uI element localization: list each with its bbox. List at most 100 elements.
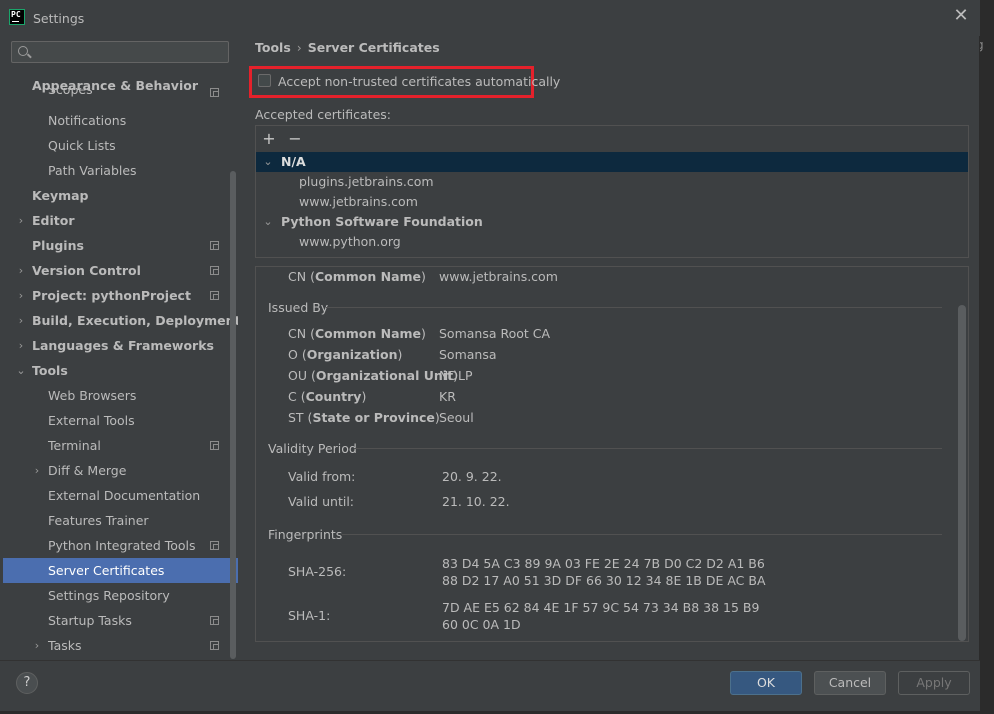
sidebar-item-terminal[interactable]: Terminal <box>3 433 238 458</box>
issuer-field-label: OU (Organizational Unit) <box>288 368 458 383</box>
certificate-details-panel: CN (Common Name) www.jetbrains.com Issue… <box>255 266 969 642</box>
issuer-field-value: Seoul <box>439 410 474 425</box>
subject-cn-value: www.jetbrains.com <box>439 269 558 284</box>
sidebar-item-version-control[interactable]: › Version Control <box>3 258 238 283</box>
ok-button[interactable]: OK <box>730 671 802 695</box>
sidebar-item-diff-merge[interactable]: › Diff & Merge <box>3 458 238 483</box>
sidebar-item-quick-lists[interactable]: Quick Lists <box>3 133 238 158</box>
sidebar-item-external-documentation[interactable]: External Documentation <box>3 483 238 508</box>
chevron-down-icon[interactable]: ⌄ <box>262 152 274 172</box>
settings-dialog: PC Settings ✕ Appearance & Behavior Scop… <box>0 0 980 711</box>
cert-group-row[interactable]: ⌄ Python Software Foundation <box>256 212 968 232</box>
issuer-field-label: ST (State or Province) <box>288 410 440 425</box>
project-scope-icon <box>210 241 219 250</box>
cert-entry-row[interactable]: plugins.jetbrains.com <box>256 172 968 192</box>
chevron-right-icon[interactable]: › <box>31 458 43 483</box>
breadcrumb: Tools › Server Certificates <box>255 40 440 55</box>
validity-period-title: Validity Period <box>268 441 357 456</box>
accepted-certificates-label: Accepted certificates: <box>255 107 391 122</box>
cert-group-row[interactable]: ⌄ N/A <box>256 152 968 172</box>
sidebar-item-features-trainer[interactable]: Features Trainer <box>3 508 238 533</box>
sidebar-scrollbar[interactable] <box>230 171 236 659</box>
settings-sidebar: Appearance & Behavior Scopes Notificatio… <box>3 36 238 660</box>
accept-untrusted-label[interactable]: Accept non-trusted certificates automati… <box>278 74 560 89</box>
details-scrollbar[interactable] <box>958 305 966 641</box>
project-scope-icon <box>210 88 219 97</box>
sidebar-item-web-browsers[interactable]: Web Browsers <box>3 383 238 408</box>
sidebar-item-settings-repository[interactable]: Settings Repository <box>3 583 238 608</box>
sidebar-item-path-variables[interactable]: Path Variables <box>3 158 238 183</box>
chevron-right-icon[interactable]: › <box>15 258 27 283</box>
sidebar-item-tools[interactable]: ⌄ Tools <box>3 358 238 383</box>
valid-from-value: 20. 9. 22. <box>442 469 502 484</box>
sidebar-item-editor[interactable]: › Editor <box>3 208 238 233</box>
sha1-value-line2: 60 0C 0A 1D <box>442 617 521 632</box>
breadcrumb-separator-icon: › <box>296 40 302 55</box>
sidebar-item-server-certificates[interactable]: Server Certificates <box>3 558 238 583</box>
sha1-label: SHA-1: <box>288 608 331 623</box>
add-certificate-button[interactable]: + <box>260 129 278 149</box>
divider <box>354 448 942 449</box>
chevron-right-icon[interactable]: › <box>31 633 43 658</box>
accepted-certificates-list: + − ⌄ N/A plugins.jetbrains.com www.jetbr… <box>255 125 969 258</box>
help-button[interactable]: ? <box>16 672 38 694</box>
project-scope-icon <box>210 266 219 275</box>
chevron-down-icon[interactable]: ⌄ <box>15 358 27 383</box>
divider <box>342 534 942 535</box>
sidebar-item-scopes[interactable]: Scopes <box>3 88 238 100</box>
breadcrumb-parent[interactable]: Tools <box>255 40 291 55</box>
divider <box>326 307 942 308</box>
sha256-label: SHA-256: <box>288 564 347 579</box>
sidebar-item-plugins[interactable]: Plugins <box>3 233 238 258</box>
cert-entry-row[interactable]: www.python.org <box>256 232 968 252</box>
chevron-right-icon[interactable]: › <box>15 208 27 233</box>
search-input[interactable] <box>34 44 228 62</box>
search-field[interactable] <box>11 41 229 63</box>
sidebar-item-keymap[interactable]: Keymap <box>3 183 238 208</box>
fingerprints-title: Fingerprints <box>268 527 343 542</box>
issuer-field-label: O (Organization) <box>288 347 403 362</box>
window-title: Settings <box>33 11 85 26</box>
cancel-button[interactable]: Cancel <box>814 671 886 695</box>
close-icon[interactable]: ✕ <box>951 6 971 26</box>
issuer-field-value: NDLP <box>439 368 473 383</box>
project-scope-icon <box>210 441 219 450</box>
sha256-value-line2: 88 D2 17 A0 51 3D DF 66 30 12 34 8E 1B D… <box>442 573 766 588</box>
sidebar-item-startup-tasks[interactable]: Startup Tasks <box>3 608 238 633</box>
issuer-field-label: C (Country) <box>288 389 367 404</box>
issuer-field-label: CN (Common Name) <box>288 326 426 341</box>
chevron-right-icon[interactable]: › <box>15 308 27 333</box>
sidebar-item-external-tools[interactable]: External Tools <box>3 408 238 433</box>
project-scope-icon <box>210 541 219 550</box>
cert-entry-row[interactable]: www.jetbrains.com <box>256 192 968 212</box>
chevron-right-icon[interactable]: › <box>15 333 27 358</box>
accept-untrusted-checkbox[interactable] <box>258 74 271 87</box>
chevron-down-icon[interactable]: ⌄ <box>262 212 274 232</box>
sidebar-item-languages-frameworks[interactable]: › Languages & Frameworks <box>3 333 238 358</box>
sidebar-item-python-integrated-tools[interactable]: Python Integrated Tools <box>3 533 238 558</box>
breadcrumb-current: Server Certificates <box>307 40 440 55</box>
apply-button[interactable]: Apply <box>898 671 970 695</box>
valid-until-label: Valid until: <box>288 494 354 509</box>
sidebar-item-project[interactable]: › Project: pythonProject <box>3 283 238 308</box>
sidebar-item-build-execution-deployment[interactable]: › Build, Execution, Deployment <box>3 308 238 333</box>
issuer-field-value: KR <box>439 389 456 404</box>
project-scope-icon <box>210 641 219 650</box>
remove-certificate-button[interactable]: − <box>286 129 304 149</box>
sidebar-item-notifications[interactable]: Notifications <box>3 108 238 133</box>
project-scope-icon <box>210 291 219 300</box>
valid-until-value: 21. 10. 22. <box>442 494 510 509</box>
pycharm-app-icon: PC <box>9 9 25 25</box>
sha256-value-line1: 83 D4 5A C3 89 9A 03 FE 2E 24 7B D0 C2 D… <box>442 556 765 571</box>
sha1-value-line1: 7D AE E5 62 84 4E 1F 57 9C 54 73 34 B8 3… <box>442 600 760 615</box>
certificates-toolbar: + − <box>256 126 968 153</box>
search-icon <box>18 46 28 56</box>
sidebar-item-tasks[interactable]: › Tasks <box>3 633 238 658</box>
issuer-field-value: Somansa <box>439 347 497 362</box>
project-scope-icon <box>210 616 219 625</box>
subject-cn-label: CN (Common Name) <box>288 269 426 284</box>
issued-by-title: Issued By <box>268 300 329 315</box>
chevron-right-icon[interactable]: › <box>15 283 27 308</box>
issuer-field-value: Somansa Root CA <box>439 326 551 341</box>
title-bar: PC Settings ✕ <box>0 0 980 36</box>
